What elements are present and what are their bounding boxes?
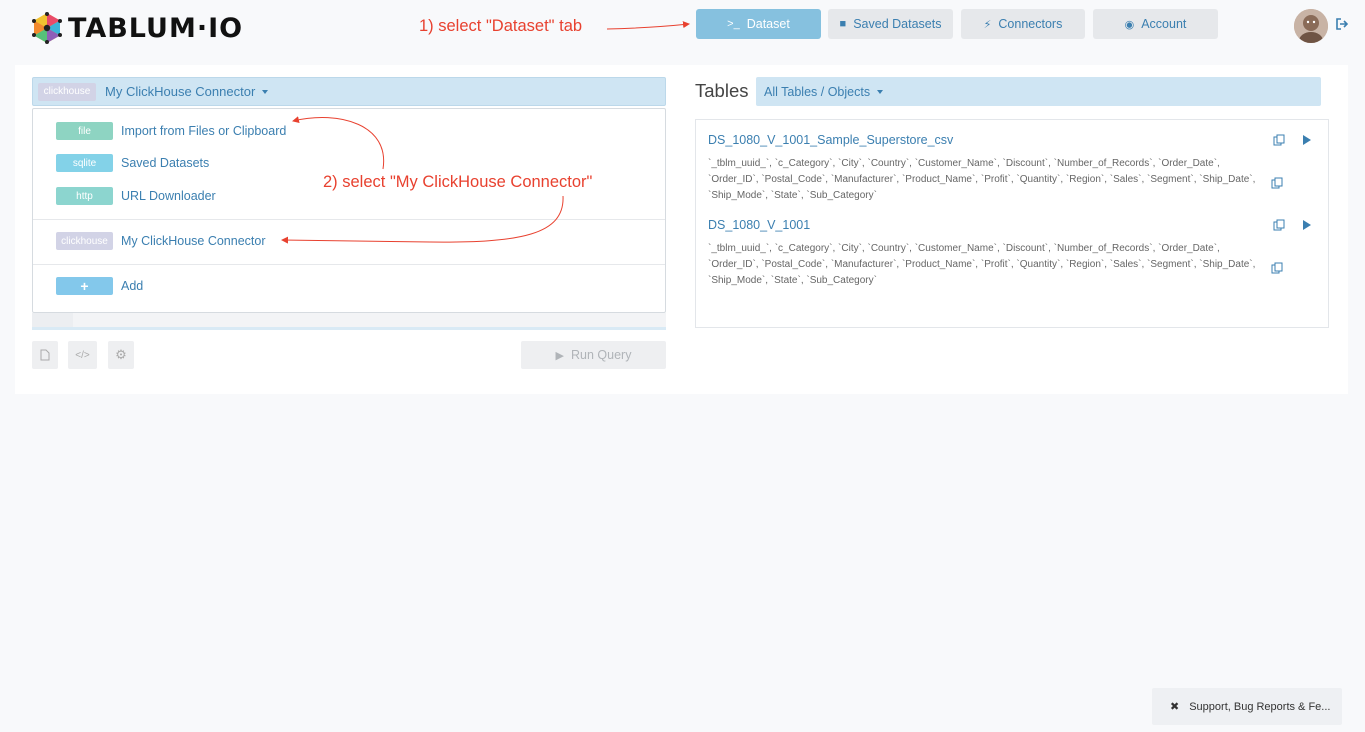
close-icon[interactable]: ✖: [1170, 700, 1179, 713]
file-icon: [40, 349, 50, 361]
run-query-label: Run Query: [571, 348, 632, 362]
tab-account[interactable]: ◉ Account: [1093, 9, 1218, 39]
logo-text: TABLUM·IO: [68, 12, 244, 44]
tab-connectors[interactable]: ⚡ Connectors: [961, 9, 1085, 39]
tables-title: Tables: [695, 80, 749, 101]
query-editor[interactable]: [32, 313, 666, 330]
menu-item-tag: http: [56, 187, 113, 205]
plus-icon: +: [56, 277, 113, 295]
archive-icon: ■: [839, 18, 847, 30]
menu-item-tag: file: [56, 122, 113, 140]
run-query-button[interactable]: ▶ Run Query: [521, 341, 666, 369]
tab-connectors-label: Connectors: [998, 17, 1063, 31]
table-name-link[interactable]: DS_1080_V_1001: [708, 218, 1308, 232]
menu-divider: [33, 219, 665, 220]
avatar[interactable]: [1294, 9, 1328, 43]
menu-item-label: Saved Datasets: [121, 156, 210, 170]
menu-item-clickhouse-connector[interactable]: clickhouse My ClickHouse Connector: [56, 231, 266, 251]
tab-saved-datasets[interactable]: ■ Saved Datasets: [828, 9, 953, 39]
app-logo[interactable]: TABLUM·IO: [30, 10, 243, 46]
support-widget[interactable]: ✖ Support, Bug Reports & Fe...: [1152, 688, 1342, 725]
connector-type-tag: clickhouse: [38, 82, 96, 101]
menu-item-label: Add: [121, 279, 144, 293]
terminal-icon: >_: [727, 18, 740, 30]
editor-gutter: [32, 313, 73, 327]
new-file-button[interactable]: [32, 341, 58, 369]
code-icon: </>: [75, 349, 90, 361]
menu-divider: [33, 264, 665, 265]
table-columns-line: `Ship_Mode`, `State`, `Sub_Category`: [708, 275, 877, 286]
menu-item-label: My ClickHouse Connector: [121, 234, 266, 248]
copy-columns-icon[interactable]: [1271, 177, 1283, 189]
support-label: Support, Bug Reports & Fe...: [1189, 700, 1331, 713]
menu-item-tag: sqlite: [56, 154, 113, 172]
play-icon[interactable]: [1303, 135, 1311, 145]
table-columns-line: `Ship_Mode`, `State`, `Sub_Category`: [708, 190, 877, 201]
table-columns-line: `_tblm_uuid_`, `c_Category`, `City`, `Co…: [708, 158, 1220, 169]
gear-icon: ⚙: [115, 347, 127, 362]
tables-filter-label: All Tables / Objects: [764, 84, 871, 99]
tab-dataset[interactable]: >_ Dataset: [696, 9, 821, 39]
annotation-step-1: 1) select "Dataset" tab: [419, 17, 583, 35]
menu-item-saved-datasets[interactable]: sqlite Saved Datasets: [56, 153, 209, 173]
arrow-to-dataset-tab: [606, 21, 690, 30]
table-columns-line: `Order_ID`, `Postal_Code`, `Manufacturer…: [708, 174, 1256, 185]
table-columns: `_tblm_uuid_`, `c_Category`, `City`, `Co…: [708, 156, 1268, 204]
table-item: DS_1080_V_1001_Sample_Superstore_csv `_t…: [708, 133, 1308, 201]
copy-icon[interactable]: [1273, 134, 1285, 146]
tab-dataset-label: Dataset: [746, 17, 790, 31]
menu-item-tag: clickhouse: [56, 232, 113, 250]
connector-dropdown: file Import from Files or Clipboard sqli…: [32, 108, 666, 313]
tab-saved-datasets-label: Saved Datasets: [853, 17, 942, 31]
copy-icon[interactable]: [1273, 219, 1285, 231]
caret-down-icon: [877, 89, 884, 94]
user-circle-icon: ◉: [1124, 18, 1135, 31]
logo-icon: [32, 12, 62, 44]
table-columns-line: `Order_ID`, `Postal_Code`, `Manufacturer…: [708, 259, 1256, 270]
menu-item-import-files[interactable]: file Import from Files or Clipboard: [56, 121, 286, 141]
copy-columns-icon[interactable]: [1271, 262, 1283, 274]
menu-item-url-downloader[interactable]: http URL Downloader: [56, 186, 216, 206]
tables-list: DS_1080_V_1001_Sample_Superstore_csv `_t…: [695, 119, 1329, 328]
annotation-step-2: 2) select "My ClickHouse Connector": [323, 173, 593, 191]
play-icon[interactable]: [1303, 220, 1311, 230]
code-view-button[interactable]: </>: [68, 341, 97, 369]
table-name-link[interactable]: DS_1080_V_1001_Sample_Superstore_csv: [708, 133, 1308, 147]
play-icon: ▶: [555, 349, 564, 362]
caret-down-icon: [262, 89, 269, 94]
table-columns-line: `_tblm_uuid_`, `c_Category`, `City`, `Co…: [708, 243, 1220, 254]
menu-item-label: Import from Files or Clipboard: [121, 124, 287, 138]
menu-item-add[interactable]: + Add: [56, 276, 143, 296]
tables-filter-select[interactable]: All Tables / Objects: [756, 77, 1321, 106]
menu-item-label: URL Downloader: [121, 189, 216, 203]
avatar-image: [1294, 9, 1328, 43]
table-item: DS_1080_V_1001 `_tblm_uuid_`, `c_Categor…: [708, 218, 1308, 286]
connector-select-label: My ClickHouse Connector: [105, 84, 256, 99]
tab-account-label: Account: [1141, 17, 1187, 31]
plug-icon: ⚡: [983, 18, 992, 31]
logout-icon[interactable]: [1336, 18, 1348, 30]
connector-select[interactable]: clickhouse My ClickHouse Connector: [32, 77, 666, 106]
settings-button[interactable]: ⚙: [108, 341, 134, 369]
table-columns: `_tblm_uuid_`, `c_Category`, `City`, `Co…: [708, 241, 1268, 289]
